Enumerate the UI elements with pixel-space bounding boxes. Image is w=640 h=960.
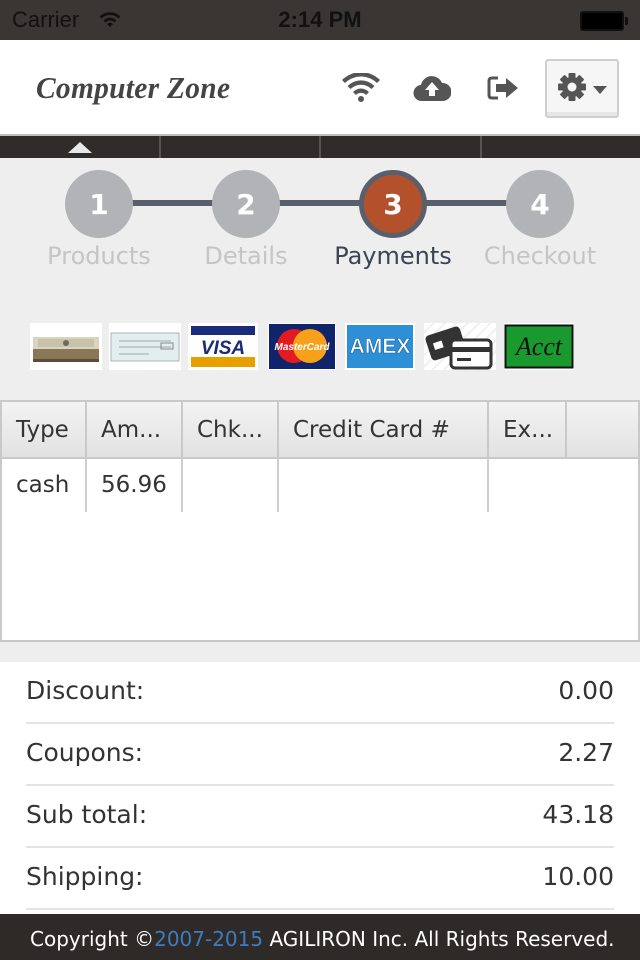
section-tab-bar (0, 136, 640, 158)
brand-logo: Computer Zone (36, 70, 231, 105)
check-icon (110, 332, 180, 362)
coupons-value: 2.27 (558, 738, 614, 767)
stepper-connector-line (110, 200, 530, 206)
upload-button[interactable] (412, 72, 452, 108)
copyright-prefix: Copyright © (30, 927, 155, 951)
cell-check[interactable] (183, 459, 279, 512)
payment-method-visa[interactable]: VISA (188, 323, 258, 370)
shipping-label: Shipping: (26, 862, 144, 891)
credit-card-icon (425, 326, 493, 370)
status-bar: Carrier 2:14 PM (0, 0, 640, 40)
logout-button[interactable] (484, 72, 524, 108)
column-header-type[interactable]: Type (2, 402, 87, 459)
payment-method-cash[interactable] (30, 323, 102, 370)
payment-method-amex[interactable]: AMEX (345, 323, 415, 370)
column-header-extra[interactable] (567, 402, 638, 459)
tab-segment-4[interactable] (482, 136, 640, 158)
table-header: Type Am... Chk... Credit Card # Ex... (2, 402, 638, 459)
copyright-suffix: AGILIRON Inc. All Rights Reserved. (263, 927, 615, 951)
totals-row-subtotal: Sub total: 43.18 (26, 786, 614, 848)
cell-amount[interactable]: 56.96 (87, 459, 183, 512)
shipping-value: 10.00 (542, 862, 614, 891)
cell-type[interactable]: cash (2, 459, 87, 512)
step-2-label[interactable]: Details (166, 242, 326, 270)
mastercard-icon: MasterCard (269, 324, 335, 369)
visa-icon: VISA (191, 326, 255, 367)
active-tab-caret-icon (68, 142, 92, 153)
svg-text:VISA: VISA (201, 338, 245, 359)
gear-icon (557, 72, 587, 106)
column-header-amount[interactable]: Am... (87, 402, 183, 459)
tab-segment-1[interactable] (0, 136, 161, 158)
payment-method-mastercard[interactable]: MasterCard (268, 323, 336, 370)
copyright-years-link[interactable]: 2007-2015 (154, 927, 263, 951)
cell-credit-card[interactable] (279, 459, 489, 512)
account-icon: Acct (504, 324, 574, 369)
tab-segment-2[interactable] (161, 136, 321, 158)
cash-icon (33, 337, 99, 362)
caret-down-icon (593, 79, 607, 98)
app-header: Computer Zone (0, 40, 640, 136)
svg-text:Acct: Acct (514, 332, 563, 361)
step-1-label[interactable]: Products (19, 242, 179, 270)
amex-icon: AMEX (347, 325, 413, 368)
payment-method-credit-card[interactable] (424, 323, 496, 370)
wifi-icon (342, 72, 380, 107)
payments-table: Type Am... Chk... Credit Card # Ex... ca… (0, 400, 640, 642)
footer: Copyright ©2007-2015 AGILIRON Inc. All R… (0, 914, 640, 960)
checkout-stepper: 1 2 3 4 Products Details Payments Checko… (0, 158, 640, 308)
step-1-circle[interactable]: 1 (65, 170, 133, 238)
column-header-credit-card[interactable]: Credit Card # (279, 402, 489, 459)
discount-value: 0.00 (558, 676, 614, 705)
svg-text:MasterCard: MasterCard (274, 342, 330, 353)
subtotal-value: 43.18 (542, 800, 614, 829)
payment-method-check[interactable] (109, 323, 181, 370)
order-totals: Discount: 0.00 Coupons: 2.27 Sub total: … (0, 662, 640, 914)
tab-segment-3[interactable] (321, 136, 482, 158)
subtotal-label: Sub total: (26, 800, 148, 829)
totals-row-shipping: Shipping: 10.00 (26, 848, 614, 910)
svg-text:AMEX: AMEX (350, 335, 411, 358)
settings-dropdown-button[interactable] (545, 59, 619, 118)
cell-expiry[interactable] (489, 459, 567, 512)
step-4-circle[interactable]: 4 (506, 170, 574, 238)
battery-icon (580, 11, 628, 31)
step-2-circle[interactable]: 2 (212, 170, 280, 238)
cloud-upload-icon (413, 74, 452, 106)
column-header-expiry[interactable]: Ex... (489, 402, 567, 459)
totals-row-coupons: Coupons: 2.27 (26, 724, 614, 786)
column-header-check[interactable]: Chk... (183, 402, 279, 459)
wifi-button[interactable] (341, 72, 381, 108)
totals-row-discount: Discount: 0.00 (26, 662, 614, 724)
step-3-label[interactable]: Payments (313, 242, 473, 270)
step-4-label[interactable]: Checkout (460, 242, 620, 270)
payment-method-account[interactable]: Acct (504, 323, 574, 370)
clock: 2:14 PM (278, 7, 362, 32)
step-3-circle[interactable]: 3 (359, 170, 427, 238)
discount-label: Discount: (26, 676, 145, 705)
coupons-label: Coupons: (26, 738, 144, 767)
sign-out-icon (487, 75, 521, 105)
